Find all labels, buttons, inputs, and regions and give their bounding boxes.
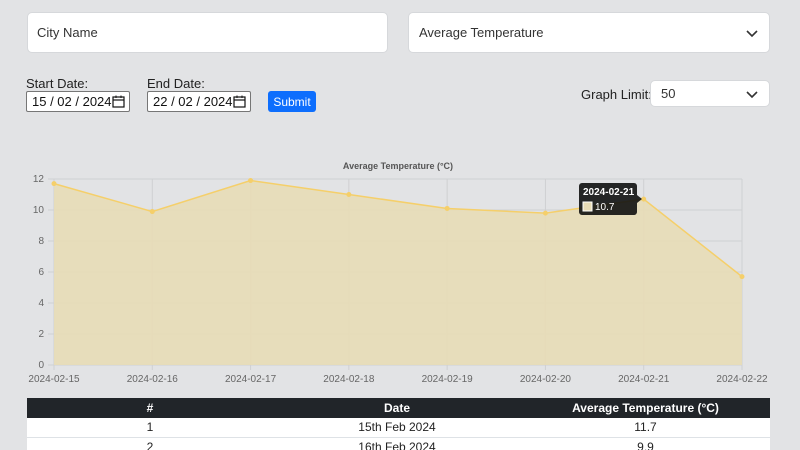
x-tick-label: 2024-02-19 — [422, 374, 474, 385]
col-header-avg-temp: Average Temperature (°C) — [521, 398, 770, 418]
chart-tooltip: 2024-02-21 10.7 — [579, 183, 642, 215]
data-point — [444, 205, 450, 211]
cell-date: 16th Feb 2024 — [273, 437, 521, 450]
data-point — [542, 210, 548, 216]
table-row: 2 16th Feb 2024 9.9 — [27, 437, 770, 450]
temperature-chart: Average Temperature (°C) 0 2 4 6 8 10 12 2024-0… — [28, 161, 768, 385]
cell-date: 15th Feb 2024 — [273, 418, 521, 438]
end-date-label: End Date: — [147, 76, 205, 91]
col-header-date: Date — [273, 398, 521, 418]
y-tick-label: 4 — [38, 298, 44, 309]
col-header-index: # — [27, 398, 273, 418]
x-tick-label: 2024-02-17 — [225, 374, 277, 385]
start-date-label: Start Date: — [26, 76, 89, 91]
submit-button[interactable]: Submit — [268, 91, 316, 112]
table-row: 1 15th Feb 2024 11.7 — [27, 418, 770, 438]
series-area — [54, 180, 742, 365]
data-point — [149, 209, 155, 215]
x-tick-label: 2024-02-21 — [618, 374, 670, 385]
chevron-down-icon — [746, 90, 758, 98]
y-tick-label: 6 — [38, 267, 44, 278]
data-point — [248, 178, 254, 184]
x-tick-label: 2024-02-18 — [323, 374, 375, 385]
data-point — [739, 274, 745, 280]
temperature-table: # Date Average Temperature (°C) 1 15th F… — [27, 398, 770, 450]
start-date-value: 15 / 02 / 2024 — [32, 94, 112, 109]
cell-avg-temp: 9.9 — [521, 437, 770, 450]
graph-limit-value: 50 — [661, 86, 676, 101]
metric-select[interactable]: Average Temperature — [408, 12, 770, 53]
start-date-input[interactable]: 15 / 02 / 2024 — [26, 91, 130, 112]
x-tick-label: 2024-02-22 — [716, 374, 768, 385]
graph-limit-label: Graph Limit: — [581, 87, 652, 102]
y-tick-label: 0 — [38, 360, 44, 371]
city-name-input[interactable]: City Name — [27, 12, 388, 53]
x-tick-label: 2024-02-16 — [127, 374, 179, 385]
metric-selected-value: Average Temperature — [419, 25, 544, 40]
data-point — [346, 192, 352, 197]
chart-series — [51, 178, 745, 365]
data-point — [641, 196, 647, 202]
cell-avg-temp: 11.7 — [521, 418, 770, 438]
y-tick-label: 8 — [38, 236, 44, 247]
chevron-down-icon — [746, 29, 758, 37]
calendar-icon[interactable] — [233, 95, 246, 108]
chart-title: Average Temperature (°C) — [343, 161, 453, 171]
x-tick-label: 2024-02-15 — [28, 374, 80, 385]
tooltip-value: 10.7 — [595, 202, 615, 213]
graph-limit-select[interactable]: 50 — [650, 80, 770, 107]
end-date-value: 22 / 02 / 2024 — [153, 94, 233, 109]
cell-index: 1 — [27, 418, 273, 438]
cell-index: 2 — [27, 437, 273, 450]
tooltip-swatch — [582, 201, 593, 212]
y-tick-label: 2 — [38, 329, 44, 340]
x-tick-label: 2024-02-20 — [520, 374, 572, 385]
data-point — [51, 181, 57, 187]
table-header-row: # Date Average Temperature (°C) — [27, 398, 770, 418]
y-tick-label: 12 — [33, 174, 45, 185]
end-date-input[interactable]: 22 / 02 / 2024 — [147, 91, 251, 112]
y-tick-label: 10 — [33, 205, 45, 216]
calendar-icon[interactable] — [112, 95, 125, 108]
city-name-placeholder: City Name — [37, 25, 98, 40]
tooltip-title: 2024-02-21 — [583, 187, 635, 198]
